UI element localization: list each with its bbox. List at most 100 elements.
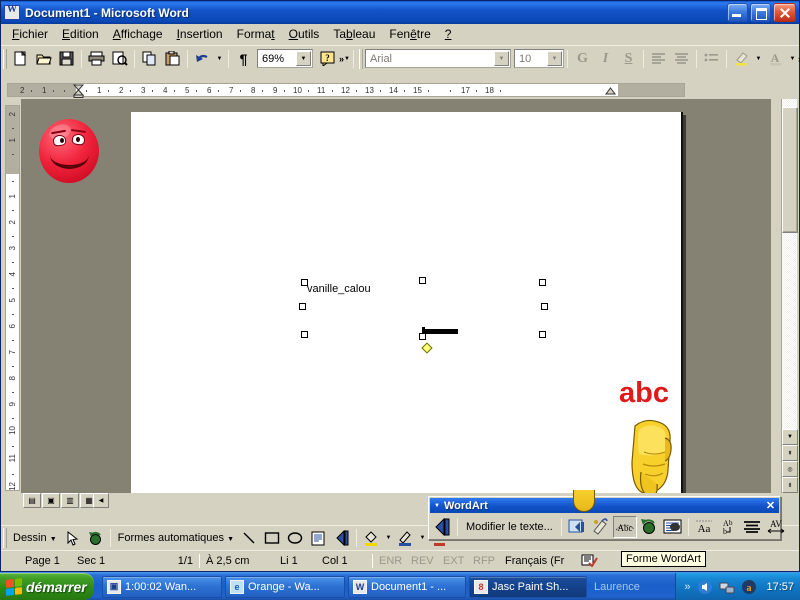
resize-handle-nw[interactable] [301,279,308,286]
line-color-icon[interactable] [394,527,417,549]
zoom-dropdown-icon[interactable] [296,51,311,66]
wordart-character-spacing-icon[interactable]: AV [764,516,788,538]
save-icon[interactable] [55,48,78,70]
normal-view-button[interactable]: ▤ [23,493,41,508]
document-page[interactable]: vanille_calou abc [131,112,683,493]
resize-handle-sw[interactable] [301,331,308,338]
taskbar-item-document1[interactable]: W Document1 - ... [348,576,466,598]
undo-dropdown-icon[interactable] [214,48,225,70]
font-color-dropdown-icon[interactable] [787,48,798,70]
wordart-object[interactable]: vanille_calou [307,283,543,343]
paste-icon[interactable] [161,48,184,70]
italic-button[interactable]: I [594,48,617,70]
insert-wordart-icon[interactable] [330,527,353,549]
status-ext[interactable]: EXT [439,555,469,567]
resize-handle-n[interactable] [419,277,426,284]
wordart-floating-toolbar[interactable]: ▼ WordArt ✕ Modifier le texte... [428,496,781,540]
menu-item-outils[interactable]: Outils [282,25,327,44]
highlight-dropdown-icon[interactable] [753,48,764,70]
wordart-abc-shape-icon[interactable]: Abc [613,516,637,538]
toolbar-grip[interactable] [3,49,7,69]
fill-color-dropdown-icon[interactable] [383,527,394,549]
print-preview-icon[interactable] [108,48,131,70]
highlight-icon[interactable] [730,48,753,70]
chevron-down-icon[interactable]: ▼ [434,503,440,509]
undo-icon[interactable] [191,48,214,70]
draw-menu-button[interactable]: Dessin ▼ [9,532,61,544]
horizontal-ruler[interactable]: 2 1 1 2 3 4 5 6 7 8 [1,81,799,99]
status-trk[interactable]: REV [407,555,439,567]
wordart-toolbar-close-button[interactable]: ✕ [764,499,777,512]
select-objects-arrow-icon[interactable] [61,527,84,549]
resize-handle-s[interactable] [419,333,426,340]
wordart-free-rotate-icon[interactable] [637,516,661,538]
wordart-format-icon[interactable] [565,516,589,538]
new-document-icon[interactable] [9,48,32,70]
menu-item-insertion[interactable]: Insertion [170,25,230,44]
print-icon[interactable] [85,48,108,70]
wordart-adjustment-handle[interactable] [421,342,432,353]
menu-item-fichier[interactable]: FFichierichier [5,25,55,44]
standard-toolbar-overflow-icon[interactable]: » [339,48,350,70]
taskbar-item-paintshop[interactable]: 8 Jasc Paint Sh... [469,576,587,598]
vertical-scrollbar-thumb[interactable] [782,107,798,233]
start-button[interactable]: démarrer [0,573,94,600]
maximize-button[interactable] [750,3,771,22]
spellcheck-icon[interactable] [577,553,603,570]
formatting-toolbar-grip[interactable] [359,49,363,69]
wordart-shape-icon[interactable] [589,516,613,538]
wordart-alignment-icon[interactable] [740,516,764,538]
previous-page-button[interactable]: ⇞ [782,445,798,461]
vertical-ruler[interactable]: 2 1 1 2 3 4 5 6 7 8 9 10 11 [5,105,20,491]
line-icon[interactable] [238,527,261,549]
wordart-toolbar-titlebar[interactable]: ▼ WordArt ✕ [430,498,779,513]
align-center-icon[interactable] [670,48,693,70]
bullets-icon[interactable] [700,48,723,70]
zoom-combobox[interactable]: 69% [257,49,313,68]
text-box-icon[interactable] [307,527,330,549]
menu-item-fenetre[interactable]: Fenêtre [382,25,437,44]
underline-button[interactable]: S [617,48,640,70]
autoshapes-menu-button[interactable]: Formes automatiques ▼ [114,532,238,544]
wordart-same-letter-heights-icon[interactable]: Aa [692,516,716,538]
select-browse-object-button[interactable]: ◎ [782,461,798,477]
resize-handle-e[interactable] [541,303,548,310]
scroll-left-button[interactable]: ◀ [93,493,109,508]
align-left-icon[interactable] [647,48,670,70]
fill-color-icon[interactable] [360,527,383,549]
rectangle-icon[interactable] [261,527,284,549]
wordart-gallery-icon[interactable] [430,516,454,538]
volume-icon[interactable] [697,579,713,595]
document-canvas[interactable]: vanille_calou abc [21,99,771,493]
network-icon[interactable] [719,579,735,595]
resize-handle-ne[interactable] [539,279,546,286]
status-ovr[interactable]: RFP [469,555,501,567]
minimize-button[interactable] [727,3,748,22]
close-button[interactable] [773,3,796,22]
font-size-dropdown-icon[interactable] [547,51,562,66]
taskbar-item-winamp[interactable]: ▣ 1:00:02 Wan... [102,576,222,598]
next-page-button[interactable]: ⇟ [782,477,798,493]
line-color-dropdown-icon[interactable] [417,527,428,549]
status-rec[interactable]: ENR [375,555,407,567]
menu-item-aide[interactable]: ? [438,25,459,44]
menu-item-format[interactable]: Format [230,25,282,44]
resize-handle-w[interactable] [299,303,306,310]
vertical-scrollbar[interactable]: ▼ ⇞ ◎ ⇟ [781,99,797,493]
font-name-combobox[interactable]: Arial [365,49,511,68]
menu-item-affichage[interactable]: Affichage [106,25,170,44]
wordart-text-wrapping-icon[interactable] [661,516,685,538]
free-rotate-icon[interactable] [84,527,107,549]
font-size-combobox[interactable]: 10 [514,49,564,68]
horizontal-ruler-bar[interactable]: 2 1 1 2 3 4 5 6 7 8 [7,83,685,97]
right-indent-marker[interactable] [605,87,616,99]
oval-icon[interactable] [284,527,307,549]
taskbar-item-orange[interactable]: e Orange - Wa... [225,576,345,598]
title-bar[interactable]: Document1 - Microsoft Word [1,1,799,24]
wordart-edit-text-button[interactable]: Modifier le texte... [461,517,558,537]
menu-item-edition[interactable]: Edition [55,25,106,44]
font-name-dropdown-icon[interactable] [494,51,509,66]
show-formatting-marks-icon[interactable]: ¶ [232,48,255,70]
taskbar-item-laurence[interactable]: Laurence [590,576,664,598]
menu-item-tableau[interactable]: Tableau [326,25,382,44]
